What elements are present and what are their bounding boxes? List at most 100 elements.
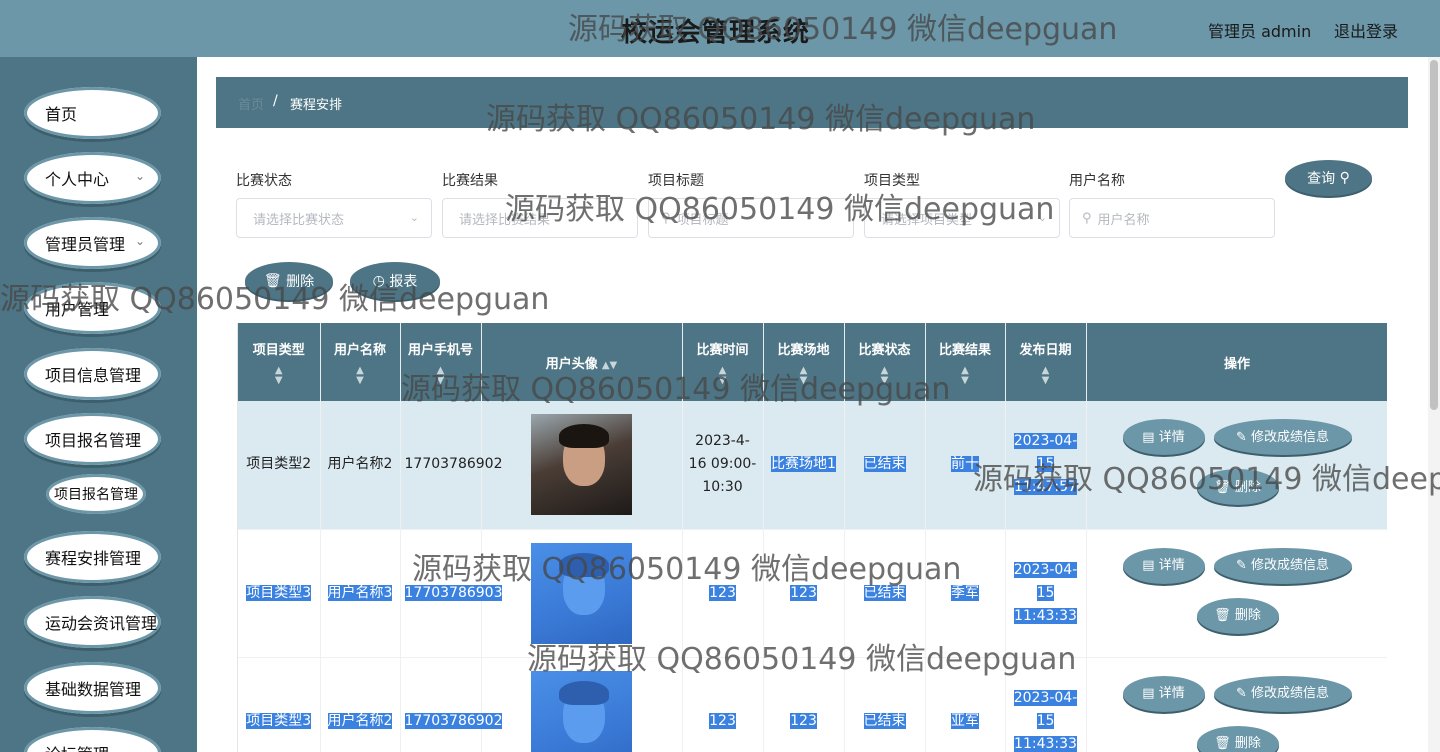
document-icon: ▤	[1142, 429, 1155, 445]
filter-label-match-status: 比赛状态	[236, 173, 292, 189]
column-header[interactable]: 比赛时间 ▲ ▼	[682, 323, 764, 401]
delete-label: 删除	[1234, 736, 1261, 751]
sort-icon[interactable]: ▲▼	[244, 365, 314, 386]
result: 亚军	[951, 712, 979, 729]
header-label: 比赛时间	[696, 342, 749, 358]
filter-label-project-type: 项目类型	[864, 173, 920, 189]
sidebar-item-admin[interactable]: 管理员管理 ⌄	[24, 217, 161, 269]
table-row[interactable]: 项目类型3 用户名称3 17703786903 123 123 已结束 季军 2…	[238, 529, 1387, 658]
breadcrumb	[216, 77, 1408, 128]
table-header-row: 项目类型 ▲ ▼ 用户名称 ▲ ▼ 用户手机号 ▲ ▼ 用户头像 ▲▼ 比赛时间 ▲ ▼ 比赛场地…	[238, 323, 1387, 401]
sort-icon[interactable]: ▲▼	[1012, 365, 1080, 386]
detail-button[interactable]: ▤ 详情	[1122, 547, 1205, 584]
edit-score-button[interactable]: ✎ 修改成绩信息	[1213, 419, 1352, 455]
cell-avatar	[481, 657, 683, 752]
match-time: 123	[709, 712, 736, 729]
page-scrollbar-thumb[interactable]	[1430, 60, 1438, 410]
publish-date: 2023-04-15 11:43:33	[1013, 561, 1078, 624]
column-header[interactable]: 比赛结果 ▲ ▼	[925, 323, 1006, 401]
cell-date: 2023-04-15 11:43:33	[1005, 657, 1087, 752]
sidebar-item-news[interactable]: 运动会资讯管理	[24, 596, 161, 648]
column-header[interactable]: 发布日期 ▲ ▼	[1005, 323, 1087, 401]
sort-icon[interactable]: ▲▼	[770, 365, 838, 386]
cell-result: 季军	[925, 529, 1006, 658]
sidebar-item-label: 论坛管理	[45, 741, 109, 752]
cell-phone: 17703786902	[400, 401, 502, 530]
sidebar-item-label: 管理员管理	[45, 235, 126, 254]
sidebar-item-home[interactable]: 首页	[24, 87, 161, 139]
result: 季军	[951, 584, 979, 601]
match-result-select[interactable]: 请选择比赛结果 ⌄	[442, 198, 638, 238]
app-title: 校运会管理系统	[621, 18, 811, 48]
sort-icon[interactable]: ▲▼	[327, 365, 394, 386]
table-row[interactable]: 项目类型3 用户名称2 17703786902 123 123 已结束 亚军 2…	[238, 657, 1387, 752]
report-button[interactable]: ◷ 报表	[350, 262, 440, 300]
project-type-select[interactable]: 请选择项目类型 ⌄	[864, 198, 1060, 238]
column-header[interactable]: 比赛场地 ▲ ▼	[763, 323, 845, 401]
edit-score-button[interactable]: ✎ 修改成绩信息	[1213, 547, 1352, 584]
detail-button[interactable]: ▤ 详情	[1122, 419, 1205, 455]
delete-label: 删除	[1234, 479, 1261, 495]
sidebar-item-profile[interactable]: 个人中心 ⌄	[24, 152, 161, 204]
sidebar-item-label: 项目报名管理	[45, 431, 142, 450]
edit-score-button[interactable]: ✎ 修改成绩信息	[1213, 675, 1352, 712]
column-header[interactable]: 用户名称 ▲ ▼	[320, 323, 401, 401]
cell-date: 2023-04-15 11:43:33	[1005, 529, 1087, 658]
row-delete-button[interactable]: 🗑 删除	[1196, 725, 1279, 752]
cell-avatar	[481, 529, 683, 658]
sort-icon[interactable]: ▲▼	[851, 365, 919, 386]
logout-button[interactable]: 退出登录	[1334, 18, 1398, 42]
venue: 比赛场地1	[771, 456, 836, 473]
breadcrumb-home[interactable]: 首页	[238, 94, 264, 113]
row-delete-button[interactable]: 🗑 删除	[1196, 597, 1279, 634]
search-icon: ⚲	[1082, 210, 1092, 226]
sidebar-subitem-project-signup[interactable]: 项目报名管理	[46, 474, 146, 514]
column-header[interactable]: 用户头像 ▲▼	[481, 323, 683, 401]
match-time: 2023-4-16 09:00-10:30	[688, 433, 757, 496]
cell-user-name: 用户名称2	[320, 657, 401, 752]
sidebar-item-project-info[interactable]: 项目信息管理	[24, 348, 161, 400]
sidebar-item-label: 基础数据管理	[45, 680, 142, 699]
sidebar-item-basic-data[interactable]: 基础数据管理	[24, 662, 161, 714]
document-icon: ▤	[1142, 686, 1155, 701]
header-label: 用户头像	[545, 356, 598, 372]
column-header[interactable]: 比赛状态 ▲ ▼	[844, 323, 926, 401]
query-button[interactable]: 查询 ⚲	[1285, 160, 1372, 196]
row-delete-button[interactable]: 🗑 删除	[1196, 469, 1279, 505]
cell-status: 已结束	[844, 401, 926, 530]
header-label: 发布日期	[1019, 342, 1072, 358]
cell-project-type: 项目类型3	[238, 657, 321, 752]
sort-icon[interactable]: ▲▼	[932, 365, 999, 386]
cell-venue: 比赛场地1	[763, 401, 845, 530]
chevron-down-icon: ⌄	[409, 211, 419, 224]
sort-icon[interactable]: ▲▼	[407, 365, 475, 386]
table-row[interactable]: 项目类型2 用户名称2 17703786902 2023-4-16 09:00-…	[238, 401, 1387, 530]
project-title-input[interactable]: ⚲ 项目标题	[648, 198, 854, 238]
sort-icon[interactable]: ▲▼	[602, 360, 617, 371]
chart-icon: ◷	[372, 273, 385, 289]
query-label: 查询	[1307, 171, 1336, 187]
document-icon: ▤	[1142, 558, 1155, 573]
match-status-select[interactable]: 请选择比赛状态 ⌄	[236, 198, 432, 238]
sidebar-item-project-signup[interactable]: 项目报名管理	[24, 413, 161, 465]
detail-label: 详情	[1158, 686, 1185, 701]
detail-button[interactable]: ▤ 详情	[1122, 675, 1205, 712]
user-name-input[interactable]: ⚲ 用户名称	[1069, 198, 1275, 238]
sidebar-item-schedule[interactable]: 赛程安排管理	[24, 531, 161, 583]
delete-button[interactable]: 🗑 删除	[245, 262, 333, 300]
user-name: 用户名称2	[327, 712, 393, 729]
cell-project-type: 项目类型2	[238, 401, 321, 530]
cell-venue: 123	[763, 657, 845, 752]
admin-label: 管理员 admin	[1208, 22, 1312, 41]
chevron-down-icon: ⌄	[615, 211, 625, 224]
chevron-down-icon: ⌄	[134, 234, 145, 248]
column-header[interactable]: 项目类型 ▲ ▼	[238, 323, 321, 401]
placeholder: 请选择比赛状态	[253, 212, 345, 228]
sort-icon[interactable]: ▲▼	[689, 365, 757, 386]
column-header[interactable]: 用户手机号 ▲ ▼	[400, 323, 482, 401]
edit-label: 修改成绩信息	[1251, 429, 1330, 445]
search-icon: ⚲	[661, 210, 671, 226]
status: 已结束	[863, 712, 906, 729]
sidebar-item-users[interactable]: 用户管理 ⌄	[24, 282, 161, 334]
project-type: 项目类型3	[246, 712, 312, 729]
